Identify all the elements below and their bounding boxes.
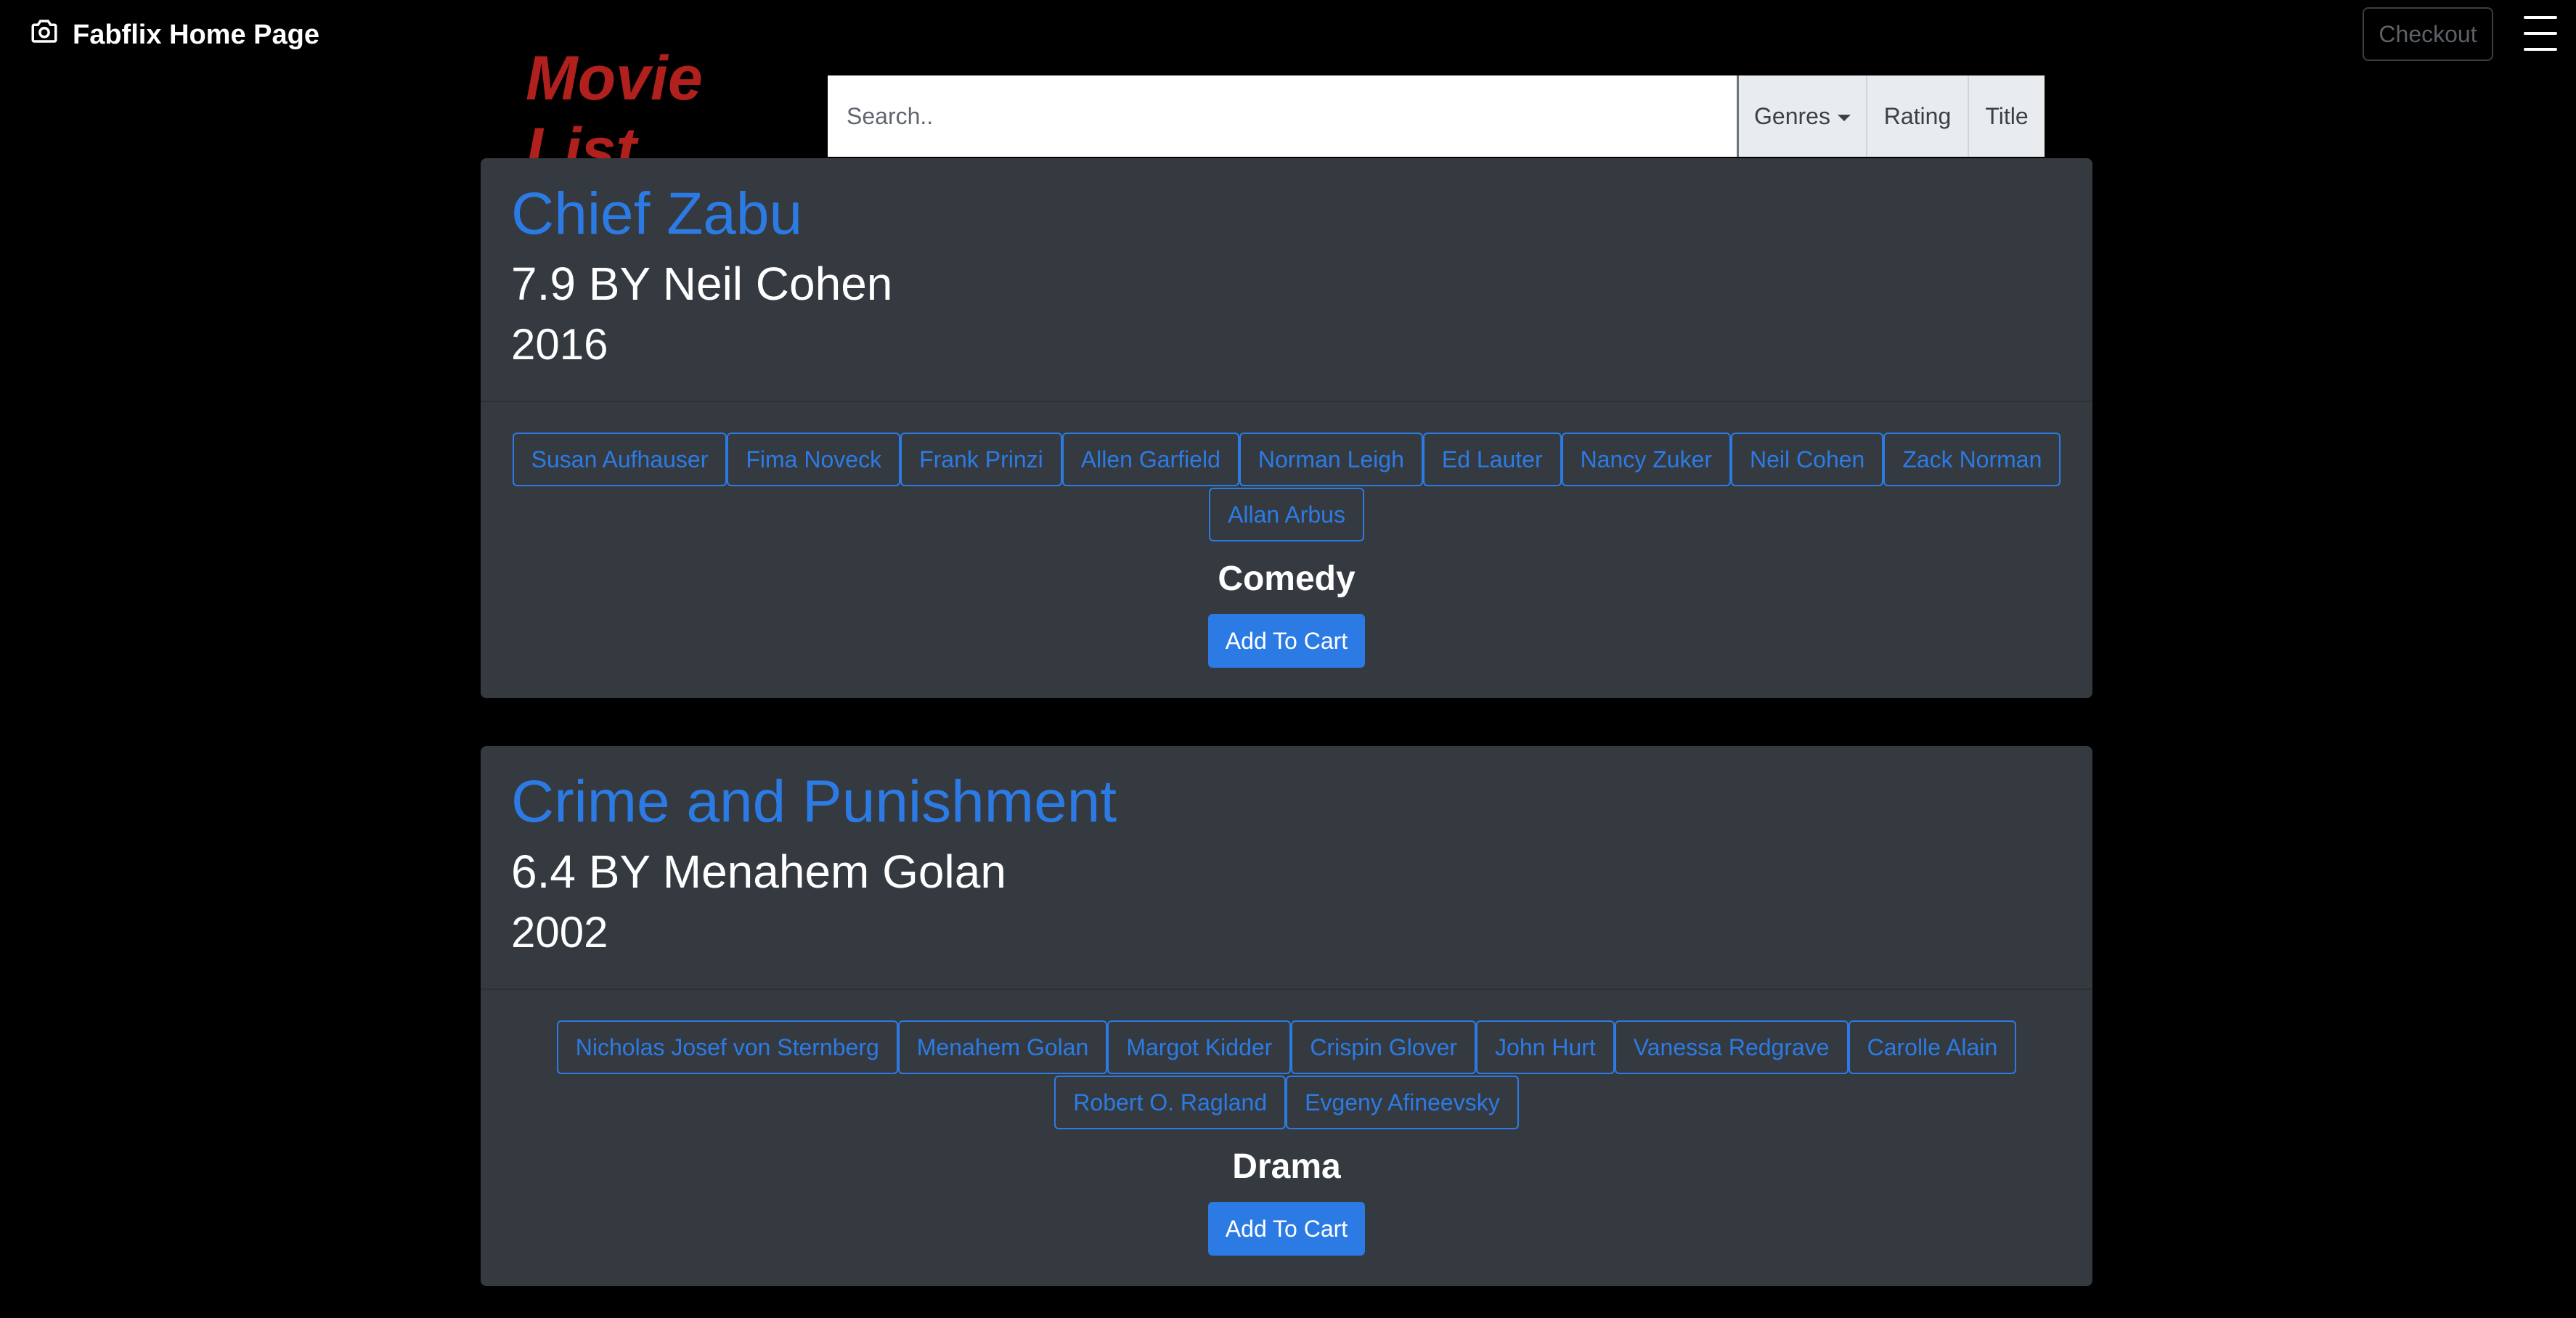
- movie-card: Chief Zabu 7.9 BY Neil Cohen 2016 Susan …: [481, 158, 2092, 698]
- movie-title-link[interactable]: Crime and Punishment: [511, 768, 1117, 836]
- star-link[interactable]: Allan Arbus: [1209, 488, 1364, 541]
- stars-list: Susan Aufhauser Fima Noveck Frank Prinzi…: [481, 433, 2092, 543]
- add-to-cart-button[interactable]: Add To Cart: [1208, 1202, 1365, 1256]
- star-link[interactable]: Robert O. Ragland: [1054, 1076, 1287, 1129]
- star-link[interactable]: Fima Noveck: [727, 433, 901, 486]
- genres-label: Genres: [1754, 102, 1830, 129]
- star-link[interactable]: Allen Garfield: [1061, 433, 1239, 486]
- star-link[interactable]: Norman Leigh: [1239, 433, 1423, 486]
- star-link[interactable]: Menahem Golan: [897, 1020, 1108, 1074]
- movie-card-header: Chief Zabu 7.9 BY Neil Cohen 2016: [481, 158, 2092, 402]
- movie-genre: Drama: [1232, 1147, 1341, 1186]
- star-link[interactable]: Nancy Zuker: [1561, 433, 1732, 486]
- top-navbar: Fabflix Home Page Checkout: [0, 0, 2576, 70]
- add-to-cart-button[interactable]: Add To Cart: [1208, 614, 1365, 668]
- star-link[interactable]: Zack Norman: [1883, 433, 2061, 486]
- stars-row: Robert O. Ragland Evgeny Afineevsky: [1054, 1076, 1519, 1129]
- page-title: Movie List: [526, 44, 703, 185]
- star-link[interactable]: Nicholas Josef von Sternberg: [556, 1020, 898, 1074]
- star-link[interactable]: Evgeny Afineevsky: [1286, 1076, 1519, 1129]
- movie-card: Crime and Punishment 6.4 BY Menahem Gola…: [481, 746, 2092, 1286]
- brand-label: Fabflix Home Page: [73, 19, 319, 50]
- stars-row: Susan Aufhauser Fima Noveck Frank Prinzi…: [512, 433, 2061, 486]
- movie-year: 2016: [511, 320, 608, 369]
- search-input[interactable]: [828, 75, 1737, 157]
- chevron-down-icon: [1837, 114, 1851, 121]
- sort-title-button[interactable]: Title: [1968, 75, 2045, 157]
- camera-icon: [29, 16, 60, 54]
- star-link[interactable]: Ed Lauter: [1422, 433, 1562, 486]
- search-bar: Genres Rating Title: [828, 75, 2045, 157]
- movie-year: 2002: [511, 908, 608, 957]
- stars-row: Nicholas Josef von Sternberg Menahem Gol…: [556, 1020, 2017, 1074]
- star-link[interactable]: John Hurt: [1476, 1020, 1615, 1074]
- star-link[interactable]: Margot Kidder: [1107, 1020, 1292, 1074]
- genres-dropdown-button[interactable]: Genres: [1737, 75, 1866, 157]
- star-link[interactable]: Frank Prinzi: [900, 433, 1062, 486]
- movie-rating-director: 7.9 BY Neil Cohen: [511, 258, 893, 310]
- stars-row: Allan Arbus: [1209, 488, 1364, 541]
- star-link[interactable]: Crispin Glover: [1291, 1020, 1477, 1074]
- movie-genre: Comedy: [1218, 560, 1356, 598]
- checkout-button[interactable]: Checkout: [2363, 7, 2493, 61]
- sort-rating-button[interactable]: Rating: [1866, 75, 1968, 157]
- star-link[interactable]: Susan Aufhauser: [512, 433, 727, 486]
- hamburger-menu-icon[interactable]: [2524, 16, 2557, 51]
- star-link[interactable]: Carolle Alain: [1848, 1020, 2017, 1074]
- movie-title-link[interactable]: Chief Zabu: [511, 180, 802, 248]
- movie-rating-director: 6.4 BY Menahem Golan: [511, 846, 1006, 898]
- stars-list: Nicholas Josef von Sternberg Menahem Gol…: [481, 1020, 2092, 1131]
- star-link[interactable]: Neil Cohen: [1731, 433, 1884, 486]
- star-link[interactable]: Vanessa Redgrave: [1614, 1020, 1849, 1074]
- home-link[interactable]: Fabflix Home Page: [29, 13, 319, 57]
- movie-card-header: Crime and Punishment 6.4 BY Menahem Gola…: [481, 746, 2092, 990]
